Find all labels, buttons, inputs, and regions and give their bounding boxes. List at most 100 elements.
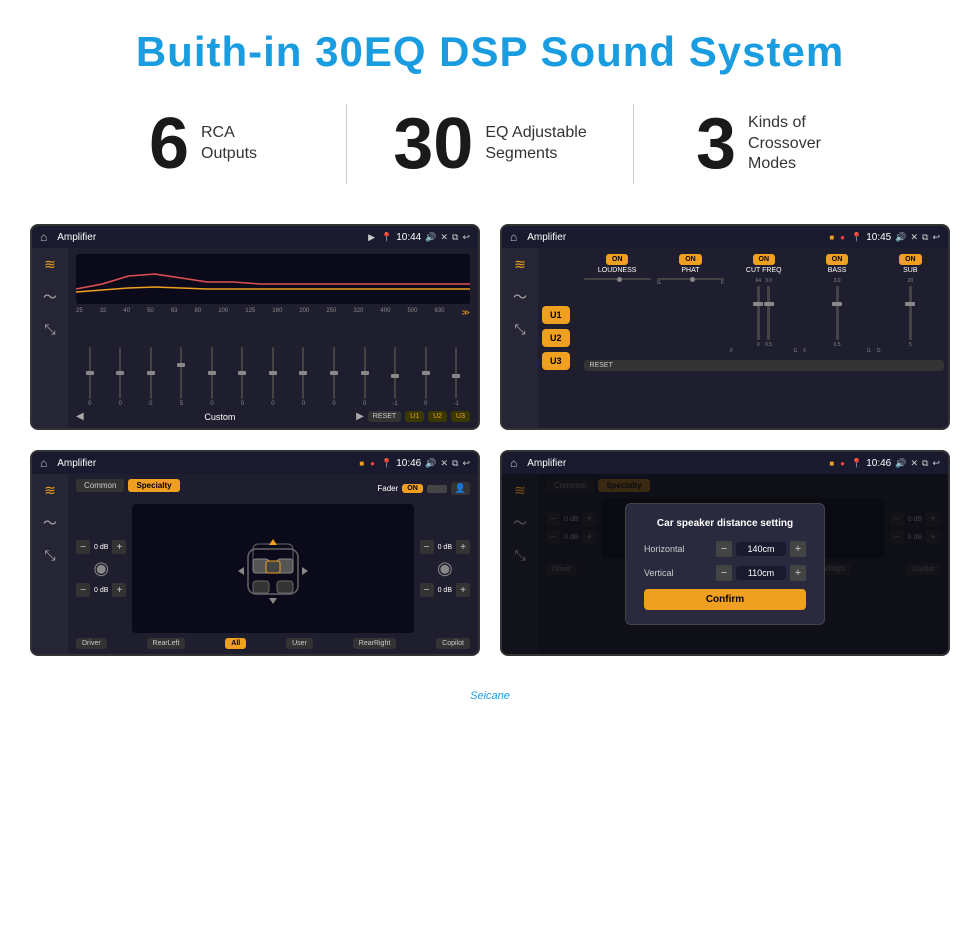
ctrl-loudness: ON LOUDNESS xyxy=(584,254,651,354)
page-title: Buith-in 30EQ DSP Sound System xyxy=(0,0,980,94)
eq-slider-8[interactable]: 0 xyxy=(320,347,348,407)
eq-icon[interactable]: ≋ xyxy=(44,256,56,273)
eq-slider-10[interactable]: -1 xyxy=(381,347,409,407)
user-btn[interactable]: User xyxy=(286,638,313,649)
vertical-value-area: − 110cm + xyxy=(716,565,806,581)
tab-common[interactable]: Common xyxy=(76,479,124,492)
eq-icon-3[interactable]: ≋ xyxy=(44,482,56,499)
eq-slider-2[interactable]: 0 xyxy=(137,347,165,407)
cutfreq-v1[interactable]: 64 0 xyxy=(756,278,762,348)
vertical-minus-btn[interactable]: − xyxy=(716,565,732,581)
eq-slider-0[interactable]: 0 xyxy=(76,347,104,407)
eq-icon-2[interactable]: ≋ xyxy=(514,256,526,273)
phat-slider[interactable] xyxy=(657,278,724,280)
eq-prev-btn[interactable]: ◀ xyxy=(76,411,84,422)
eq-sliders: 0 0 0 5 0 xyxy=(76,319,470,407)
screen-dialog: ⌂ Amplifier ■ ● 📍 10:46 🔊 ✕ ⧉ ↩ ≋ 〜 ⤡ xyxy=(500,450,950,656)
watermark: Seicane xyxy=(0,686,980,706)
amp-sidebar-3: ≋ 〜 ⤡ xyxy=(32,474,68,654)
vertical-plus-btn[interactable]: + xyxy=(790,565,806,581)
eq-slider-4[interactable]: 0 xyxy=(198,347,226,407)
home-icon-4[interactable]: ⌂ xyxy=(510,456,517,470)
spk-right-top-minus[interactable]: − xyxy=(420,540,434,554)
sub-label: SUB xyxy=(903,267,917,274)
driver-btn[interactable]: Driver xyxy=(76,638,107,649)
copilot-btn[interactable]: Copilot xyxy=(436,638,470,649)
home-icon-3[interactable]: ⌂ xyxy=(40,456,47,470)
eq-u2-btn[interactable]: U2 xyxy=(428,411,447,422)
car-diagram-container xyxy=(132,504,413,633)
wave-icon-2[interactable]: 〜 xyxy=(513,287,527,307)
spk-right-top-plus[interactable]: + xyxy=(456,540,470,554)
sub-labels: G xyxy=(877,348,944,354)
sub-on-btn[interactable]: ON xyxy=(899,254,922,265)
bass-labels: FG xyxy=(803,348,870,354)
dialog-title: Car speaker distance setting xyxy=(644,518,806,529)
home-icon-1[interactable]: ⌂ xyxy=(40,230,47,244)
ctrl-phat: ON PHAT GF xyxy=(657,254,724,354)
eq-slider-5[interactable]: 0 xyxy=(229,347,257,407)
speaker-screen: Common Specialty Fader ON 👤 − xyxy=(68,474,478,654)
fader-slider[interactable] xyxy=(427,485,447,493)
screen2-time: 10:45 xyxy=(866,232,891,243)
spk-right-bot-plus[interactable]: + xyxy=(456,583,470,597)
eq-slider-11[interactable]: 0 xyxy=(412,347,440,407)
eq-u3-btn[interactable]: U3 xyxy=(451,411,470,422)
dot-icon-2: ■ xyxy=(829,233,834,242)
bass-on-btn[interactable]: ON xyxy=(826,254,849,265)
spk-left-bot-plus[interactable]: + xyxy=(112,583,126,597)
rearleft-btn[interactable]: RearLeft xyxy=(147,638,186,649)
spk-ctrl-right-top: − 0 dB + xyxy=(420,540,470,554)
spk-right-top-db: 0 dB xyxy=(438,544,452,551)
wave-icon-3[interactable]: 〜 xyxy=(43,513,57,533)
u2-btn[interactable]: U2 xyxy=(542,329,570,347)
confirm-button[interactable]: Confirm xyxy=(644,589,806,610)
sub-v1[interactable]: 20 5 xyxy=(908,278,914,348)
eq-slider-6[interactable]: 0 xyxy=(259,347,287,407)
screen-eq: ⌂ Amplifier ▶ 📍 10:44 🔊 ✕ ⧉ ↩ ≋ 〜 ⤡ xyxy=(30,224,480,430)
horizontal-plus-btn[interactable]: + xyxy=(790,541,806,557)
eq-u1-btn[interactable]: U1 xyxy=(405,411,424,422)
loudness-slider[interactable] xyxy=(584,278,651,280)
loudness-on-btn[interactable]: ON xyxy=(606,254,629,265)
u3-btn[interactable]: U3 xyxy=(542,352,570,370)
status-icons-1: 📍 10:44 🔊 ✕ ⧉ ↩ xyxy=(381,232,470,243)
cutfreq-sliders: 64 0 3.0 0.5 xyxy=(756,278,773,348)
eq-slider-9[interactable]: 0 xyxy=(351,347,379,407)
eq-next-btn[interactable]: ▶ xyxy=(356,411,364,422)
speaker-right-icon: ◉ xyxy=(420,558,470,579)
home-icon-2[interactable]: ⌂ xyxy=(510,230,517,244)
ctrl-cutfreq: ON CUT FREQ 64 0 3.0 xyxy=(730,254,797,354)
spk-left-top-minus[interactable]: − xyxy=(76,540,90,554)
window-icon-2: ⧉ xyxy=(922,232,928,243)
eq-slider-3[interactable]: 5 xyxy=(168,347,196,407)
expand-icon[interactable]: ⤡ xyxy=(44,321,55,338)
eq-reset-btn[interactable]: RESET xyxy=(368,411,401,422)
cutfreq-on-btn[interactable]: ON xyxy=(753,254,776,265)
left-controls: − 0 dB + ◉ − 0 dB + xyxy=(76,504,126,633)
expand-icon-2[interactable]: ⤡ xyxy=(514,321,525,338)
location-icon-3: 📍 xyxy=(381,458,392,469)
horizontal-minus-btn[interactable]: − xyxy=(716,541,732,557)
vertical-label: Vertical xyxy=(644,568,708,578)
amp-reset-btn[interactable]: RESET xyxy=(584,360,944,371)
spk-right-bot-db: 0 dB xyxy=(438,587,452,594)
spk-left-bot-minus[interactable]: − xyxy=(76,583,90,597)
wave-icon[interactable]: 〜 xyxy=(43,287,57,307)
phat-on-btn[interactable]: ON xyxy=(679,254,702,265)
bass-v1[interactable]: 3.0 0.5 xyxy=(834,278,841,348)
avatar-btn[interactable]: 👤 xyxy=(451,482,470,495)
rearright-btn[interactable]: RearRight xyxy=(353,638,397,649)
tab-specialty[interactable]: Specialty xyxy=(128,479,179,492)
u1-btn[interactable]: U1 xyxy=(542,306,570,324)
screen3-time: 10:46 xyxy=(396,458,421,469)
spk-left-top-plus[interactable]: + xyxy=(112,540,126,554)
expand-icon-3[interactable]: ⤡ xyxy=(44,547,55,564)
all-btn[interactable]: All xyxy=(225,638,246,649)
eq-slider-12[interactable]: -1 xyxy=(442,347,470,407)
eq-slider-1[interactable]: 0 xyxy=(107,347,135,407)
cutfreq-v2[interactable]: 3.0 0.5 xyxy=(765,278,772,348)
eq-slider-7[interactable]: 0 xyxy=(290,347,318,407)
dot-icon-3: ■ xyxy=(359,459,364,468)
spk-right-bot-minus[interactable]: − xyxy=(420,583,434,597)
